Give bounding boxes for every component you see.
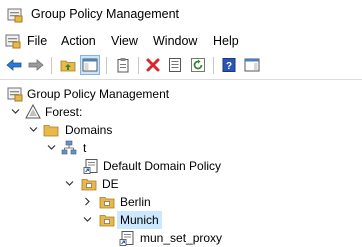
tree-node-ou-berlin[interactable]: Berlin [0,193,362,211]
tree-node-ou-munich[interactable]: Munich [0,211,362,229]
toolbar-separator [213,57,214,74]
ou-folder-icon [99,197,115,209]
toolbar-separator [106,57,107,74]
svg-text:?: ? [226,61,232,72]
help-button[interactable]: ? [219,55,239,75]
console-tree: Group Policy Management Forest: Domains [0,80,362,247]
document-icon [169,58,181,72]
chevron-down-icon[interactable] [47,143,56,152]
export-list-button[interactable] [165,55,185,75]
tree-node-forest[interactable]: Forest: [0,103,362,121]
ou-folder-icon [99,215,115,227]
menu-view[interactable]: View [111,34,138,48]
chevron-down-icon[interactable] [11,107,20,116]
show-action-pane-button[interactable] [242,55,262,75]
menu-bar: File Action View Window Help [0,31,362,52]
title-bar: Group Policy Management [0,0,362,31]
tree-node-ou-de[interactable]: DE [0,175,362,193]
tree-label: Default Domain Policy [103,159,222,173]
tree-node-domain[interactable]: t [0,139,362,157]
system-menu-icon[interactable] [5,33,21,49]
tree-label: DE [102,177,119,191]
menu-help[interactable]: Help [213,34,239,48]
chevron-right-icon[interactable] [83,197,92,206]
chevron-down-icon[interactable] [83,215,92,224]
arrow-right-icon [28,59,44,71]
tree-label: t [83,141,87,155]
window-title: Group Policy Management [31,7,179,21]
tree-label: mun_set_proxy [140,231,223,245]
chevron-down-icon[interactable] [29,125,38,134]
gpo-link-icon [119,231,134,246]
properties-button[interactable] [113,55,133,75]
ou-folder-icon [81,179,97,191]
up-folder-button[interactable] [58,55,78,75]
tree-label: Forest: [45,105,83,119]
forest-icon [25,104,41,119]
menu-action[interactable]: Action [61,34,96,48]
gpo-link-icon [83,159,98,174]
forward-button[interactable] [26,55,46,75]
console-tree-icon [82,58,98,72]
clipboard-icon [117,58,129,73]
tree-node-gpo-link[interactable]: mun_set_proxy [0,229,362,247]
back-button[interactable] [4,55,24,75]
domain-icon [61,140,77,155]
tree-label: Domains [65,123,113,137]
menu-file[interactable]: File [27,34,47,48]
tree-node-domains[interactable]: Domains [0,121,362,139]
tree-label: Berlin [120,195,151,209]
show-hide-tree-button[interactable] [80,55,100,75]
red-x-icon [146,58,160,72]
gpmc-app-icon [7,8,23,23]
folder-up-icon [60,60,76,72]
tree-node-root[interactable]: Group Policy Management [0,85,362,103]
arrow-left-icon [6,59,22,71]
tree-node-default-domain-policy[interactable]: Default Domain Policy [0,157,362,175]
help-book-icon: ? [222,58,236,72]
chevron-down-icon[interactable] [65,179,74,188]
tree-label: Group Policy Management [27,87,170,101]
refresh-icon [191,58,205,72]
delete-button[interactable] [143,55,163,75]
folder-icon [43,125,59,137]
toolbar-separator [51,57,52,74]
gpmc-icon [7,87,23,102]
tree-label-selected: Munich [117,211,162,229]
refresh-button[interactable] [188,55,208,75]
toolbar: ? [0,52,362,80]
toolbar-separator [138,57,139,74]
menu-window[interactable]: Window [153,34,197,48]
action-pane-icon [244,58,260,72]
